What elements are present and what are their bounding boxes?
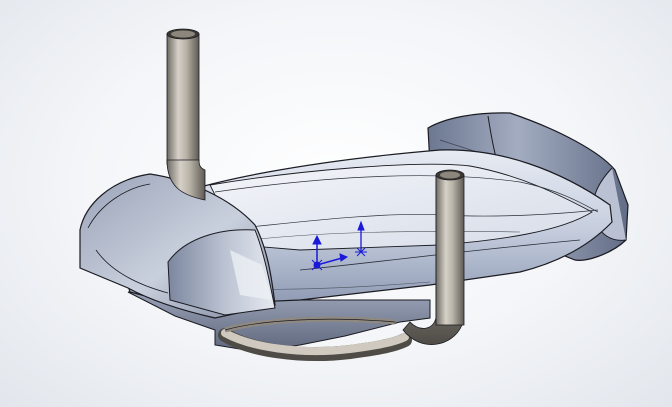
graphics-viewport[interactable] bbox=[0, 0, 672, 407]
left-riser-pipe[interactable] bbox=[166, 28, 206, 201]
model-3d-view[interactable] bbox=[0, 0, 672, 407]
